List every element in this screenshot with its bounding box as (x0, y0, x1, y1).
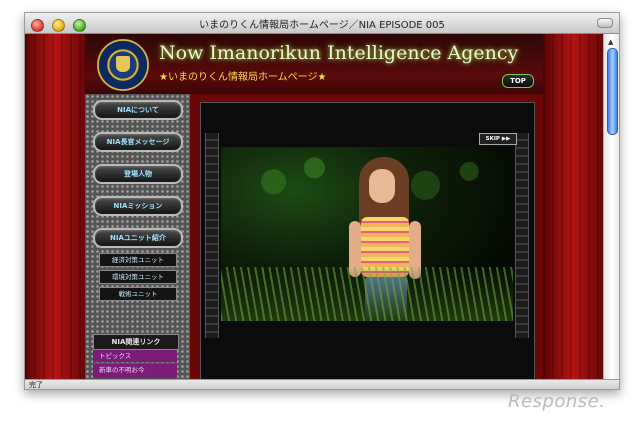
status-text: 完了 (29, 381, 43, 389)
film-strip-right (515, 133, 529, 338)
nav-sub-environment-unit[interactable]: 環境対策ユニット (99, 270, 177, 284)
video-figure-face (369, 169, 395, 203)
site-subtitle: ★いまのりくん情報局ホームページ★ (159, 72, 327, 83)
window-title: いまのりくん情報局ホームページ／NIA EPISODE 005 (199, 20, 445, 31)
page-content: Now Imanorikun Intelligence Agency ★いまのり… (25, 34, 603, 379)
link-topics[interactable]: トピックス (93, 350, 177, 362)
left-red-border (25, 34, 85, 379)
site-title: Now Imanorikun Intelligence Agency (159, 42, 519, 64)
related-links-heading: NIA関連リンク (93, 334, 179, 350)
nav-sub-tactical-unit[interactable]: 戦術ユニット (99, 287, 177, 301)
film-strip-left (205, 133, 219, 338)
video-frame-image (221, 147, 513, 321)
side-navigation: NIAについて NIA長官メッセージ 登場人物 NIAミッション NIAユニット… (85, 94, 190, 379)
emblem-shield-icon (116, 56, 130, 72)
nav-about[interactable]: NIAについて (93, 100, 183, 120)
vertical-scrollbar[interactable]: ▲ (603, 34, 619, 379)
nav-mission[interactable]: NIAミッション (93, 196, 183, 216)
right-red-border (543, 34, 603, 379)
nav-unit-intro[interactable]: NIAユニット紹介 (93, 228, 183, 248)
title-bar: いまのりくん情報局ホームページ／NIA EPISODE 005 (25, 13, 619, 34)
toolbar-toggle-button[interactable] (597, 18, 613, 28)
status-bar: 完了 (25, 379, 619, 389)
video-player[interactable]: SKIP ▶▶ (200, 102, 535, 379)
response-watermark-logo: Response. (508, 391, 606, 412)
site-header: Now Imanorikun Intelligence Agency ★いまのり… (85, 34, 543, 95)
link-partial-item[interactable]: 新車の不明お今 (93, 364, 177, 378)
skip-button[interactable]: SKIP ▶▶ (479, 133, 517, 145)
browser-window: いまのりくん情報局ホームページ／NIA EPISODE 005 Now Iman… (24, 12, 620, 390)
nav-director-message[interactable]: NIA長官メッセージ (93, 132, 183, 152)
video-grass (221, 267, 513, 321)
nav-characters[interactable]: 登場人物 (93, 164, 183, 184)
top-button[interactable]: TOP (502, 74, 534, 88)
scroll-up-arrow-icon[interactable]: ▲ (608, 38, 613, 46)
nav-sub-economic-unit[interactable]: 経済対策ユニット (99, 253, 177, 267)
main-panel: SKIP ▶▶ (190, 94, 543, 379)
agency-emblem-logo (97, 39, 149, 91)
scroll-thumb[interactable] (607, 48, 618, 135)
